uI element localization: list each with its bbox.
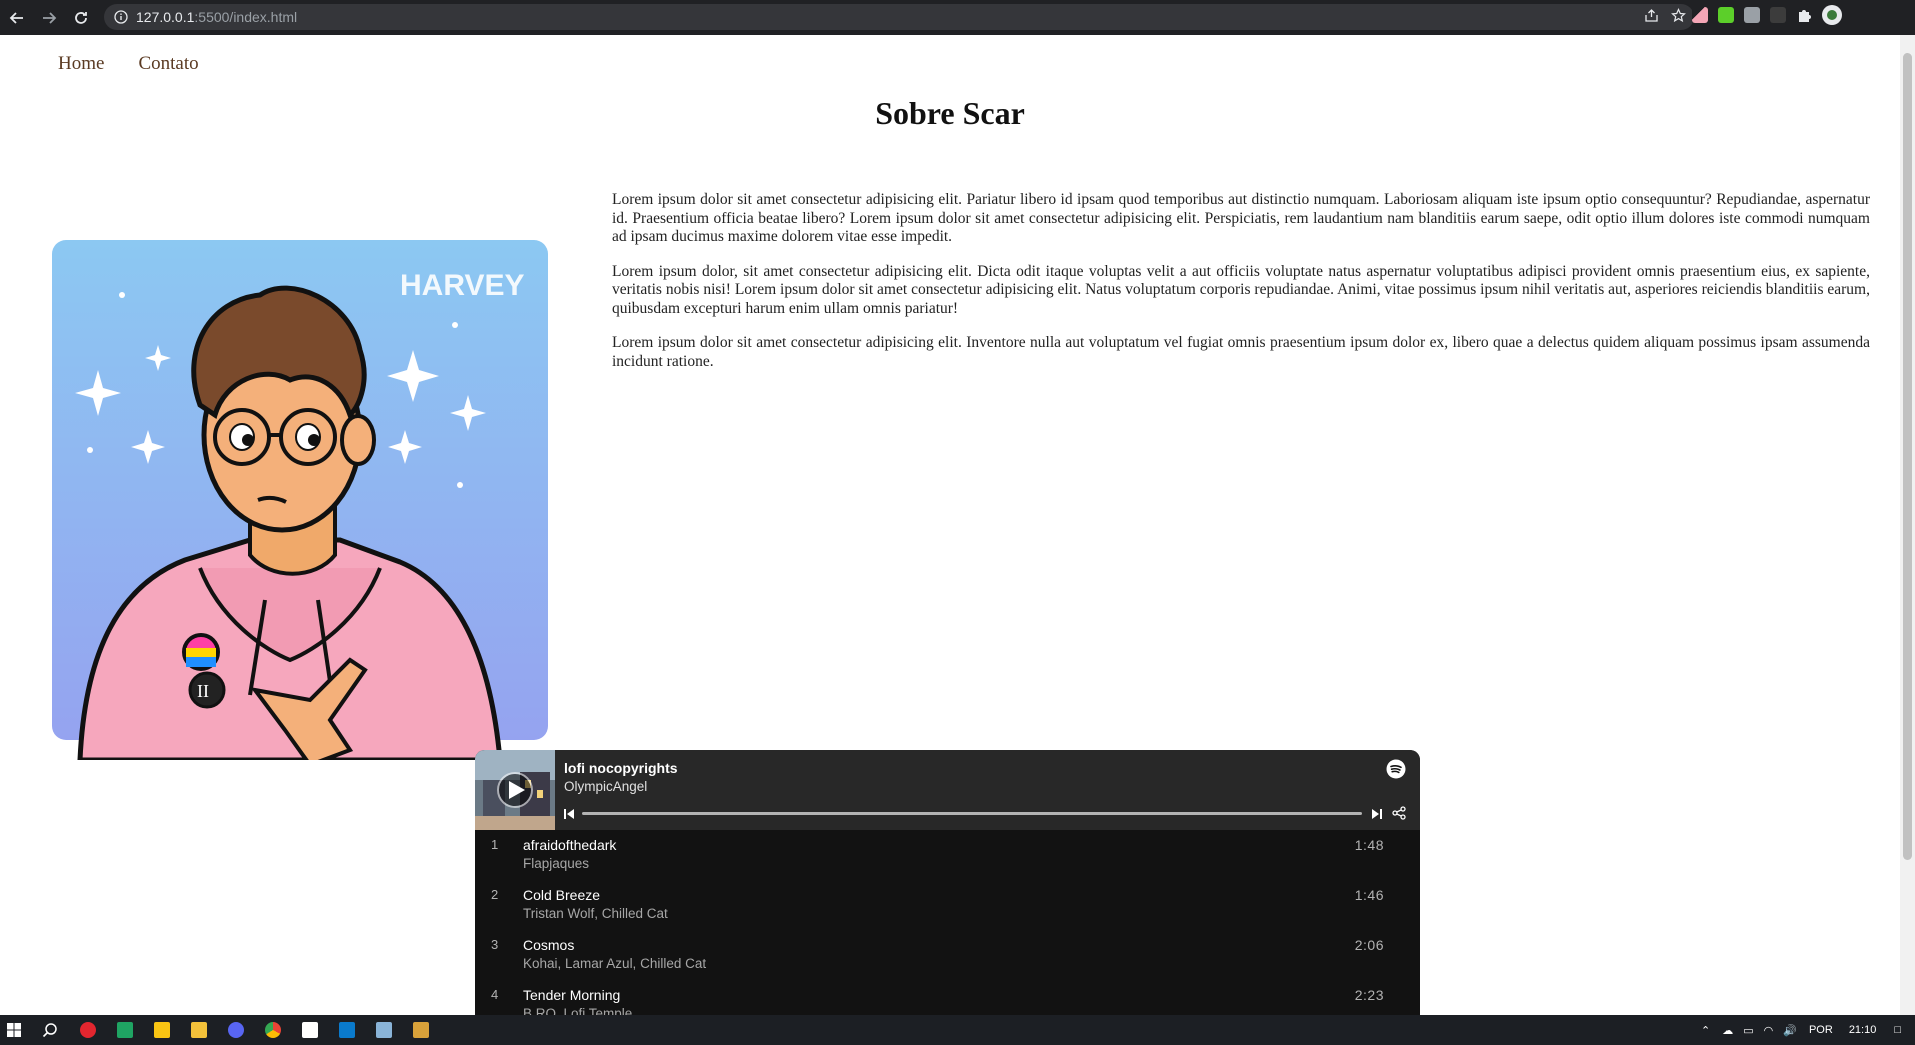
forward-icon[interactable] — [34, 3, 64, 33]
extensions-area — [1692, 5, 1842, 25]
page-title: Sobre Scar — [875, 95, 1025, 131]
track-duration: 2:23 — [1354, 987, 1384, 1003]
profile-avatar[interactable] — [1822, 5, 1842, 25]
spotify-embed: lofi nocopyrights OlympicAngel 1 afraido… — [475, 750, 1420, 1015]
clock[interactable]: 21:10 — [1849, 1024, 1877, 1036]
sticky-notes-icon[interactable] — [154, 1022, 170, 1038]
extensions-puzzle-icon[interactable] — [1796, 7, 1812, 23]
nav-link-home[interactable]: Home — [58, 53, 104, 75]
vscode-icon[interactable] — [339, 1022, 355, 1038]
progress-bar[interactable] — [582, 812, 1362, 815]
discord-icon[interactable] — [228, 1022, 244, 1038]
paragraph: Lorem ipsum dolor sit amet consectetur a… — [612, 191, 1870, 245]
wifi-icon[interactable]: ◠ — [1764, 1024, 1774, 1037]
portrait-illustration: HARVEY II — [52, 240, 548, 760]
app-green-icon[interactable] — [117, 1022, 133, 1038]
extension-printer-icon[interactable] — [1744, 7, 1760, 23]
previous-track-icon[interactable] — [563, 807, 575, 825]
taskbar: ⌃ ☁ ▭ ◠ 🔊 POR 21:10 □ — [0, 1015, 1915, 1045]
nav-link-contato[interactable]: Contato — [138, 53, 198, 75]
bookmark-star-icon[interactable] — [1671, 8, 1686, 23]
onedrive-icon[interactable]: ☁ — [1722, 1024, 1733, 1037]
windows-start-icon[interactable] — [6, 1022, 22, 1038]
extension-green-icon[interactable] — [1718, 7, 1734, 23]
track-title: Cold Breeze — [523, 887, 601, 903]
address-bar[interactable]: 127.0.0.1:5500/index.html — [104, 4, 1694, 30]
spotify-header: lofi nocopyrights OlympicAngel — [475, 750, 1420, 830]
svg-text:HARVEY: HARVEY — [400, 269, 524, 302]
chevron-up-icon[interactable]: ⌃ — [1701, 1024, 1710, 1037]
track-title: Cosmos — [523, 937, 575, 953]
url-path: :5500/index.html — [194, 9, 298, 25]
playlist-cover — [475, 750, 555, 830]
search-icon[interactable] — [42, 1022, 58, 1038]
track-duration: 1:48 — [1354, 837, 1384, 853]
scrollbar-thumb[interactable] — [1903, 53, 1912, 860]
track-duration: 1:46 — [1354, 887, 1384, 903]
info-icon[interactable] — [114, 10, 128, 24]
url-host: 127.0.0.1 — [136, 9, 195, 25]
track-artist: Flapjaques — [523, 856, 590, 871]
notion-icon[interactable] — [302, 1022, 318, 1038]
spotify-logo-icon[interactable] — [1386, 759, 1406, 784]
battery-icon[interactable]: ▭ — [1743, 1024, 1753, 1037]
track-list: 1 afraidofthedark Flapjaques 1:48 2 Cold… — [475, 830, 1420, 1015]
paragraph: Lorem ipsum dolor sit amet consectetur a… — [612, 334, 1870, 370]
page-scrollbar[interactable] — [1900, 35, 1915, 1015]
track-row[interactable]: 2 Cold Breeze Tristan Wolf, Chilled Cat … — [475, 880, 1420, 930]
track-number: 1 — [491, 837, 499, 852]
opera-icon[interactable] — [80, 1022, 96, 1038]
track-row[interactable]: 3 Cosmos Kohai, Lamar Azul, Chilled Cat … — [475, 930, 1420, 980]
track-title: afraidofthedark — [523, 837, 617, 853]
track-number: 2 — [491, 887, 499, 902]
volume-icon[interactable]: 🔊 — [1783, 1024, 1797, 1037]
language-indicator[interactable]: POR — [1809, 1024, 1833, 1036]
share-page-icon[interactable] — [1644, 8, 1659, 23]
share-icon[interactable] — [1392, 806, 1406, 825]
track-row[interactable]: 4 Tender Morning B.RO, Lofi Temple 2:23 — [475, 980, 1420, 1015]
svg-text:II: II — [197, 681, 209, 701]
top-nav: Home Contato — [58, 53, 199, 75]
track-number: 3 — [491, 937, 499, 952]
next-track-icon[interactable] — [1371, 807, 1383, 825]
track-title: Tender Morning — [523, 987, 621, 1003]
chrome-icon[interactable] — [265, 1022, 281, 1038]
about-text: Lorem ipsum dolor sit amet consectetur a… — [612, 191, 1870, 387]
extension-tag-icon[interactable] — [1770, 7, 1786, 23]
notifications-icon[interactable]: □ — [1894, 1024, 1901, 1036]
track-artist: Tristan Wolf, Chilled Cat — [523, 906, 668, 921]
playlist-owner[interactable]: OlympicAngel — [564, 779, 647, 794]
paragraph: Lorem ipsum dolor, sit amet consectetur … — [612, 262, 1870, 317]
track-artist: B.RO, Lofi Temple — [523, 1006, 633, 1015]
track-number: 4 — [491, 987, 499, 1002]
page-viewport: Home Contato Sobre Scar HARVEY II Lorem … — [0, 35, 1900, 1015]
file-explorer-icon[interactable] — [191, 1022, 207, 1038]
reload-icon[interactable] — [66, 3, 96, 33]
track-duration: 2:06 — [1354, 937, 1384, 953]
playlist-title[interactable]: lofi nocopyrights — [564, 760, 678, 776]
track-artist: Kohai, Lamar Azul, Chilled Cat — [523, 956, 707, 971]
system-tray: ⌃ ☁ ▭ ◠ 🔊 POR 21:10 □ — [1701, 1015, 1915, 1045]
track-row[interactable]: 1 afraidofthedark Flapjaques 1:48 — [475, 830, 1420, 880]
notepad-icon[interactable] — [376, 1022, 392, 1038]
back-icon[interactable] — [2, 3, 32, 33]
extension-pen-icon[interactable] — [1692, 7, 1708, 23]
app-icon[interactable] — [413, 1022, 429, 1038]
